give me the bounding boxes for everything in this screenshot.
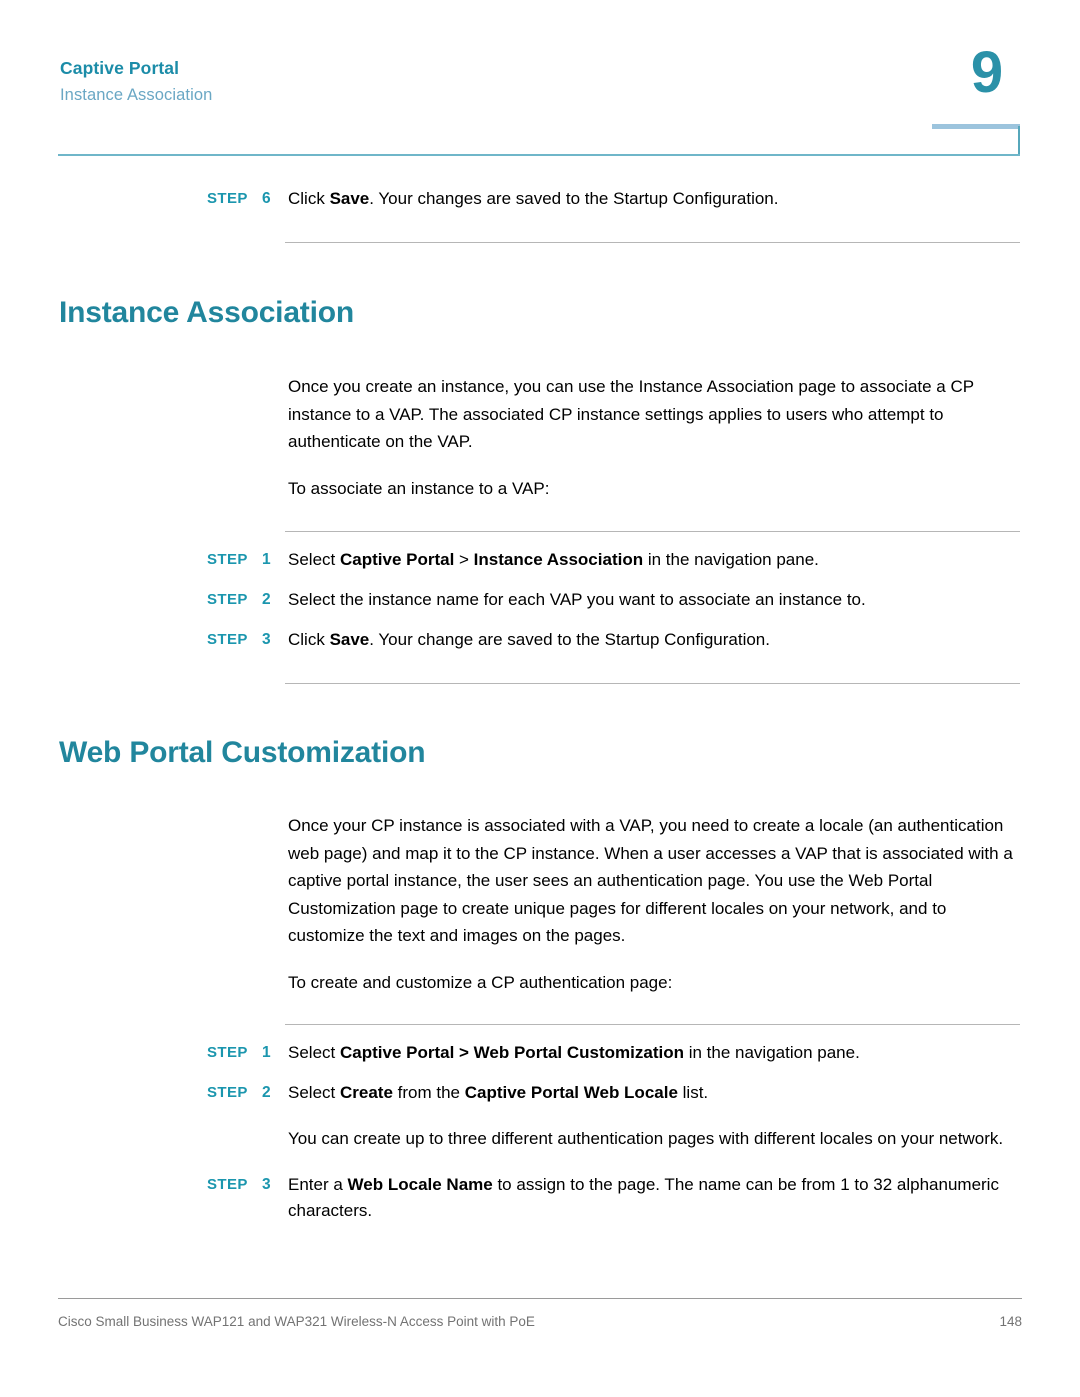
document-page: Captive Portal Instance Association 9 ST… bbox=[0, 0, 1080, 1397]
step-number: 1 bbox=[262, 1044, 271, 1061]
step-row: STEP 2 Select Create from the Captive Po… bbox=[0, 1080, 1080, 1106]
step-text: Select Captive Portal > Web Portal Custo… bbox=[288, 1043, 860, 1062]
page-title: Web Portal Customization bbox=[59, 736, 426, 769]
page-header: Captive Portal Instance Association 9 bbox=[0, 0, 1080, 160]
footer-divider bbox=[58, 1298, 1022, 1299]
step-row: STEP 6 Click Save. Your changes are save… bbox=[0, 186, 1080, 212]
step-row: STEP 1 Select Captive Portal > Instance … bbox=[0, 547, 1080, 573]
body-paragraph: To create and customize a CP authenticat… bbox=[288, 972, 673, 992]
step-keyword: STEP bbox=[207, 1044, 248, 1061]
step-text: Click Save. Your change are saved to the… bbox=[288, 630, 770, 649]
footer-page-number: 148 bbox=[999, 1314, 1022, 1329]
section-divider bbox=[285, 683, 1020, 684]
step-text: Select Create from the Captive Portal We… bbox=[288, 1083, 709, 1102]
header-accent-bar bbox=[932, 124, 1020, 129]
header-chapter-number: 9 bbox=[970, 40, 1004, 105]
step-row: STEP 1 Select Captive Portal > Web Porta… bbox=[0, 1040, 1080, 1066]
header-chapter-title: Captive Portal bbox=[60, 58, 180, 78]
body-paragraph: Once your CP instance is associated with… bbox=[288, 816, 1013, 945]
step-text: Enter a Web Locale Name to assign to the… bbox=[288, 1174, 999, 1220]
step-number: 6 bbox=[262, 190, 271, 207]
step-keyword: STEP bbox=[207, 190, 248, 207]
step-row: STEP 3 Click Save. Your change are saved… bbox=[0, 627, 1080, 653]
step-text: Select the instance name for each VAP yo… bbox=[288, 590, 866, 609]
body-paragraph: Once you create an instance, you can use… bbox=[288, 377, 974, 451]
step-number: 2 bbox=[262, 591, 271, 608]
step-number: 2 bbox=[262, 1084, 271, 1101]
section-divider bbox=[285, 531, 1020, 532]
step-row: STEP 2 Select the instance name for each… bbox=[0, 587, 1080, 613]
footer-document-title: Cisco Small Business WAP121 and WAP321 W… bbox=[58, 1314, 535, 1329]
header-horizontal-rule bbox=[58, 154, 1020, 156]
header-vertical-rule bbox=[1018, 126, 1020, 156]
step-keyword: STEP bbox=[207, 1175, 248, 1193]
step-text: Select Captive Portal > Instance Associa… bbox=[288, 550, 819, 569]
step-row: STEP 3 Enter a Web Locale Name to assign… bbox=[0, 1172, 1080, 1224]
step-number: 3 bbox=[262, 1175, 271, 1193]
step-keyword: STEP bbox=[207, 631, 248, 648]
step-keyword: STEP bbox=[207, 551, 248, 568]
header-section-title: Instance Association bbox=[60, 86, 213, 104]
section-divider bbox=[285, 242, 1020, 243]
step-keyword: STEP bbox=[207, 591, 248, 608]
step-number: 3 bbox=[262, 631, 271, 648]
page-content: STEP 6 Click Save. Your changes are save… bbox=[0, 160, 1080, 1224]
step-text: Click Save. Your changes are saved to th… bbox=[288, 189, 779, 208]
step-keyword: STEP bbox=[207, 1084, 248, 1101]
body-paragraph: To associate an instance to a VAP: bbox=[288, 478, 550, 498]
section-divider bbox=[285, 1024, 1020, 1025]
step-note: You can create up to three different aut… bbox=[288, 1129, 1004, 1148]
step-number: 1 bbox=[262, 551, 271, 568]
page-title: Instance Association bbox=[59, 296, 354, 329]
